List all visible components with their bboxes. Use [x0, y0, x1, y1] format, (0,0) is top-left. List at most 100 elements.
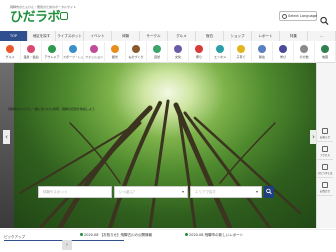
category-icon: [132, 45, 140, 53]
side-panel: お知らせアクセスひだラボとは お問合せ: [316, 63, 336, 228]
category-item[interactable]: その他: [294, 42, 315, 63]
language-select[interactable]: Select Language: [279, 11, 317, 21]
category-icon: [69, 45, 77, 53]
nav-item[interactable]: ライブスポット: [56, 31, 84, 41]
category-label: 祭り: [195, 55, 202, 59]
logo-mark-icon: [60, 12, 68, 20]
category-label: 文化: [174, 55, 181, 59]
category-item[interactable]: 文化: [168, 42, 189, 63]
side-tab-label: お知らせ: [320, 136, 330, 139]
search-icon: [320, 16, 329, 26]
category-icon: [237, 45, 245, 53]
side-tab-label: アクセス: [320, 154, 330, 157]
category-label: 地図: [321, 55, 328, 59]
search-submit-button[interactable]: [264, 186, 274, 198]
category-icon: [258, 45, 266, 53]
nav-item[interactable]: 宿泊: [196, 31, 224, 41]
side-tab-icon: [322, 182, 328, 188]
category-label: 子育て: [236, 55, 246, 59]
date-placeholder: いつ遊ぶ？: [119, 190, 137, 194]
nav-item[interactable]: 特集: [280, 31, 308, 41]
header-search-button[interactable]: [320, 11, 329, 26]
area-select[interactable]: エリアで探す ▾: [190, 186, 262, 198]
category-item[interactable]: 温泉・宿泊: [21, 42, 42, 63]
nav-item[interactable]: ショップ: [224, 31, 252, 41]
category-icon: [90, 45, 98, 53]
category-label: スポーツ・レジャー: [63, 55, 83, 59]
category-label: 観光: [111, 55, 118, 59]
main-nav: TOP 地区を探す ライブスポット イベント 体験 サークル グルメ 宿泊 ショップ レポート 特集…: [0, 31, 336, 41]
category-label: ファッション: [84, 55, 103, 59]
news-text: 2020.08 飛騨市の新しいレポート: [189, 233, 244, 237]
category-item[interactable]: 子育て: [231, 42, 252, 63]
category-item[interactable]: ファッション: [84, 42, 105, 63]
category-icon: [279, 45, 287, 53]
category-label: 自然: [153, 55, 160, 59]
nav-item[interactable]: イベント: [84, 31, 112, 41]
category-item[interactable]: 観光: [105, 42, 126, 63]
category-icon: [321, 45, 329, 53]
search-icon: [266, 188, 272, 195]
category-label: その他: [299, 55, 309, 59]
category-item[interactable]: 地図: [315, 42, 336, 63]
category-item[interactable]: グルメ: [0, 42, 21, 63]
keyword-input[interactable]: 体験やスポット: [38, 186, 112, 198]
category-icon: [300, 45, 308, 53]
side-tab-icon: [322, 146, 328, 152]
category-icon: [27, 45, 35, 53]
news-text: 2020.08 【お知らせ】飛騨古川の公開情報: [84, 233, 153, 237]
bullet-icon: [80, 233, 83, 236]
category-icon: [111, 45, 119, 53]
category-icon: [48, 45, 56, 53]
side-tab-label: お問合せ: [319, 190, 330, 193]
nav-item[interactable]: 体験: [112, 31, 140, 41]
nav-item[interactable]: レポート: [252, 31, 280, 41]
globe-icon: [282, 13, 287, 19]
ticker-next-button[interactable]: ›: [62, 240, 72, 250]
date-select[interactable]: いつ遊ぶ？ ▾: [114, 186, 188, 198]
side-tab[interactable]: お知らせ: [317, 125, 333, 142]
category-item[interactable]: 学び: [273, 42, 294, 63]
category-icon: [216, 45, 224, 53]
news-item[interactable]: 2020.08 飛騨市の新しいレポート: [185, 233, 243, 238]
keyword-placeholder: 体験やスポット: [43, 190, 68, 194]
category-bar: グルメ 温泉・宿泊 アウトドアスポーツ・レジャーファッション 観光 ものづくり 自然 文化 祭…: [0, 42, 336, 63]
nav-item[interactable]: サークル: [140, 31, 168, 41]
carousel-prev-button[interactable]: ‹: [3, 130, 10, 144]
category-label: アウトドア: [44, 55, 60, 59]
side-tab[interactable]: ひだラボとは: [317, 161, 333, 178]
hero-caption: 飛騨市の人たちと一緒に見つけた場所 · 飛騨の自然を体感しよう: [8, 107, 95, 111]
side-tab-icon: [322, 128, 328, 134]
category-icon: [174, 45, 182, 53]
category-item[interactable]: エンタメ: [210, 42, 231, 63]
category-item[interactable]: 移住: [252, 42, 273, 63]
search-bar: 体験やスポット いつ遊ぶ？ ▾ エリアで探す ▾: [38, 186, 274, 198]
category-label: 移住: [258, 55, 265, 59]
side-tab[interactable]: お問合せ: [317, 179, 333, 196]
nav-item[interactable]: グルメ: [168, 31, 196, 41]
chevron-down-icon: ▾: [181, 189, 184, 194]
category-item[interactable]: スポーツ・レジャー: [63, 42, 84, 63]
side-tab[interactable]: アクセス: [317, 143, 333, 160]
news-item[interactable]: 2020.08 【お知らせ】飛騨古川の公開情報: [80, 233, 152, 238]
logo-text: ひだラボ: [10, 10, 61, 25]
nav-item[interactable]: TOP: [0, 31, 28, 41]
site-header: 飛騨市のたんけん・発見のためのポータルサイト ひだラボ Select Langu…: [0, 0, 336, 30]
area-placeholder: エリアで探す: [195, 190, 216, 194]
forest-image: [19, 99, 302, 228]
bullet-icon: [185, 233, 188, 236]
hero-left-peek: [0, 63, 14, 228]
category-label: 学び: [279, 55, 286, 59]
side-tab-label: ひだラボとは: [317, 172, 333, 175]
hero-banner: 飛騨市の人たちと一緒に見つけた場所 · 飛騨の自然を体感しよう ‹ › お知らせ…: [0, 63, 336, 228]
category-item[interactable]: 祭り: [189, 42, 210, 63]
site-logo[interactable]: 飛騨市のたんけん・発見のためのポータルサイト ひだラボ: [10, 5, 76, 27]
nav-item[interactable]: 地区を探す: [28, 31, 56, 41]
category-item[interactable]: アウトドア: [42, 42, 63, 63]
nav-item[interactable]: …: [308, 31, 336, 41]
category-label: グルメ: [5, 55, 15, 59]
chevron-down-icon: ▾: [255, 189, 258, 194]
logo-tagline: 飛騨市のたんけん・発見のためのポータルサイト: [10, 5, 77, 9]
category-item[interactable]: 自然: [147, 42, 168, 63]
category-item[interactable]: ものづくり: [126, 42, 147, 63]
